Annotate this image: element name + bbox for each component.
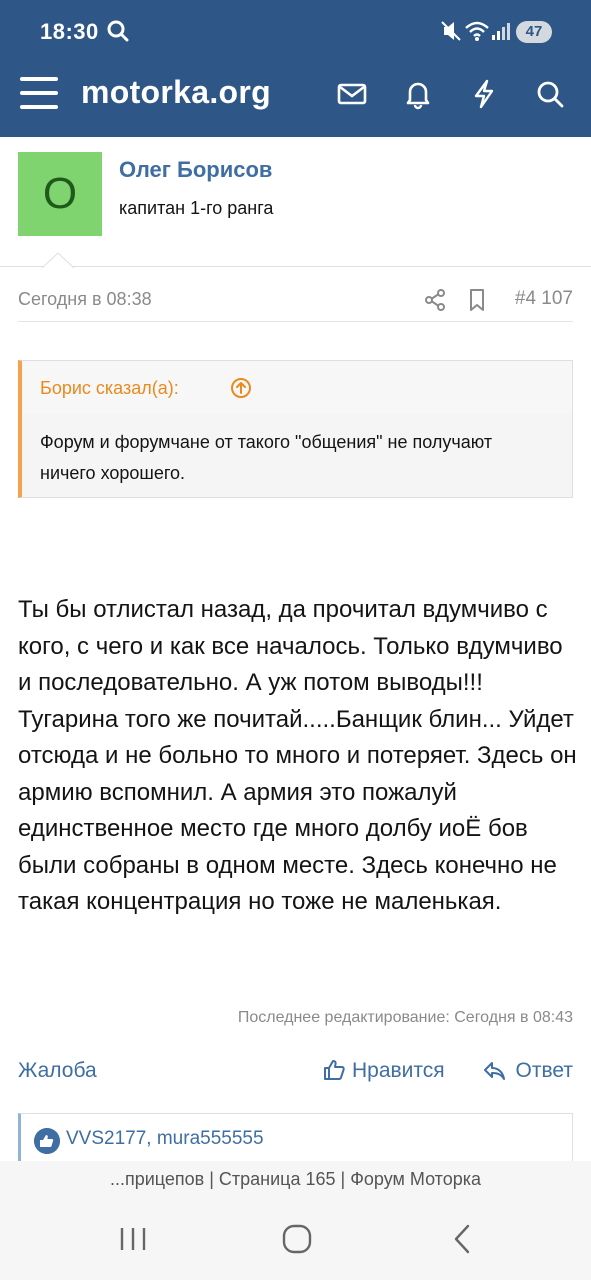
lightning-icon[interactable] bbox=[468, 78, 500, 110]
last-edited: Последнее редактирование: Сегодня в 08:4… bbox=[237, 1009, 573, 1026]
envelope-icon[interactable] bbox=[336, 78, 368, 110]
search-icon[interactable] bbox=[534, 78, 566, 110]
menu-button[interactable] bbox=[20, 77, 60, 111]
reaction-users[interactable]: VVS2177, mura555555 bbox=[66, 1128, 264, 1150]
browser-bottom-bar: ...прицепов | Страница 165 | Форум Мотор… bbox=[0, 1161, 591, 1280]
post-number[interactable]: #4 107 bbox=[515, 288, 573, 310]
report-link[interactable]: Жалоба bbox=[18, 1059, 97, 1083]
mute-icon bbox=[441, 21, 461, 41]
thumbs-up-icon[interactable] bbox=[322, 1058, 346, 1082]
site-logo[interactable]: motorka.org bbox=[81, 74, 271, 111]
author-rank: капитан 1-го ранга bbox=[119, 198, 274, 218]
recent-apps-icon[interactable] bbox=[118, 1222, 148, 1256]
post-actions: Жалоба Нравится Ответ bbox=[18, 1056, 573, 1088]
reply-button[interactable]: Ответ bbox=[516, 1059, 573, 1083]
bookmark-icon[interactable] bbox=[467, 288, 487, 312]
search-status-icon bbox=[107, 20, 129, 42]
author-pointer bbox=[42, 252, 74, 268]
post-author: О Олег Борисов капитан 1-го ранга bbox=[0, 137, 591, 267]
menu-icon bbox=[20, 77, 58, 81]
wifi-icon bbox=[465, 21, 489, 41]
top-bar: 18:30 47 motorka.org bbox=[0, 0, 591, 137]
author-name[interactable]: Олег Борисов bbox=[119, 157, 272, 183]
post-meta: Сегодня в 08:38 #4 107 bbox=[18, 286, 573, 322]
page-title[interactable]: ...прицепов | Страница 165 | Форум Мотор… bbox=[0, 1169, 591, 1190]
battery-indicator: 47 bbox=[516, 21, 552, 43]
post-body: Ты бы отлистал назад, да прочитал вдумчи… bbox=[18, 596, 577, 915]
share-icon[interactable] bbox=[424, 288, 446, 312]
like-reaction-icon bbox=[34, 1128, 60, 1154]
arrow-up-circle-icon[interactable] bbox=[230, 377, 252, 399]
quote-header: Борис сказал(а): bbox=[22, 361, 572, 414]
quote-author[interactable]: Борис сказал(а): bbox=[40, 378, 179, 399]
signal-icon bbox=[492, 23, 510, 40]
back-icon[interactable] bbox=[450, 1222, 476, 1256]
bell-icon[interactable] bbox=[402, 78, 434, 110]
post-date[interactable]: Сегодня в 08:38 bbox=[18, 289, 152, 310]
home-icon[interactable] bbox=[281, 1222, 313, 1256]
like-button[interactable]: Нравится bbox=[352, 1059, 445, 1083]
avatar[interactable]: О bbox=[18, 152, 102, 236]
quote-block: Борис сказал(а): Форум и форумчане от та… bbox=[18, 360, 573, 498]
status-time: 18:30 bbox=[40, 19, 99, 44]
site-header: motorka.org bbox=[0, 64, 591, 137]
status-bar: 18:30 47 bbox=[0, 0, 591, 64]
quote-text: Форум и форумчане от такого "общения" не… bbox=[40, 432, 493, 483]
reply-icon[interactable] bbox=[482, 1060, 506, 1082]
